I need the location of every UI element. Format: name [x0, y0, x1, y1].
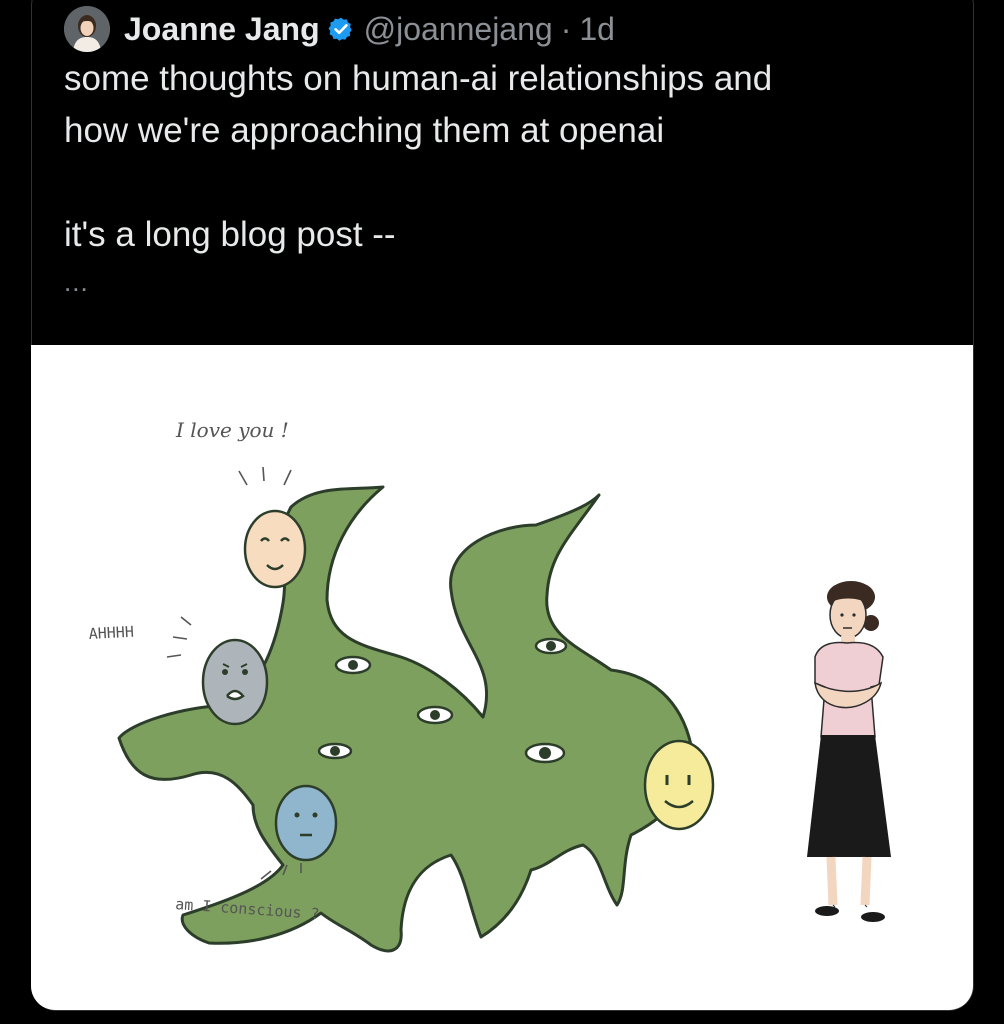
author-name[interactable]: Joanne Jang	[124, 11, 320, 48]
author-handle[interactable]: @joannejang	[364, 11, 553, 48]
illustration: I love you ! AHHHH am I conscious ?	[88, 418, 891, 953]
speech-marks-left	[166, 616, 192, 658]
creature-body	[117, 485, 693, 953]
face-smile-yellow	[643, 739, 715, 831]
speech-marks-top	[238, 466, 292, 486]
woman-figure	[807, 581, 891, 922]
illustration-left-label: AHHHH	[88, 623, 134, 643]
tweet-text: some thoughts on human-ai relationships …	[64, 59, 773, 254]
verified-badge-icon	[328, 17, 352, 41]
show-more-indicator[interactable]: ...	[64, 267, 89, 298]
profile-avatar[interactable]	[64, 6, 110, 52]
face-happy-orange	[243, 509, 307, 589]
tweet-timestamp[interactable]: 1d	[579, 11, 615, 48]
face-neutral-blue	[274, 784, 338, 862]
meta-separator: ·	[560, 10, 572, 47]
tweet-header: Joanne Jang @joannejang · 1d	[64, 6, 615, 52]
tweet-media-image[interactable]: I love you ! AHHHH am I conscious ?	[31, 345, 973, 1010]
face-scared-gray	[201, 638, 269, 726]
illustration-top-label: I love you !	[175, 418, 289, 442]
